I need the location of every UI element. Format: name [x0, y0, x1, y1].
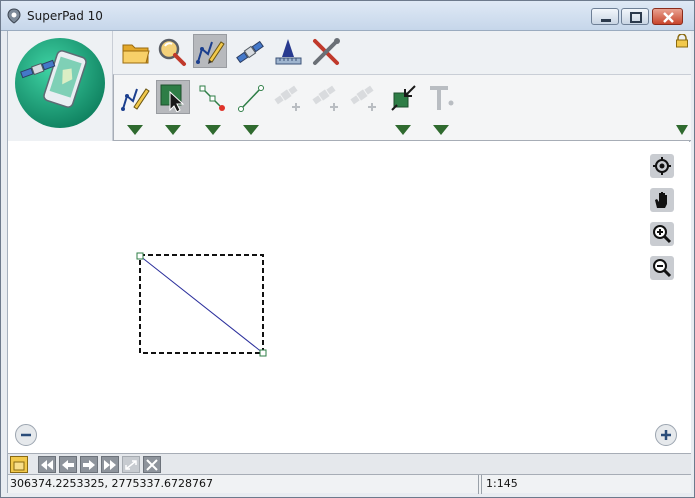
move-feature-dropdown[interactable]: [395, 125, 411, 135]
toolbar-lock[interactable]: [675, 33, 689, 52]
gps-add-vertex-icon: [274, 85, 300, 111]
gps-add-line-icon: [350, 85, 376, 111]
draw-polyline-button[interactable]: [118, 81, 152, 115]
selected-feature-graphic[interactable]: [8, 142, 691, 453]
superpad-logo-icon: [15, 38, 105, 128]
move-feature-icon: [391, 85, 416, 111]
line-segment-button[interactable]: [234, 81, 268, 115]
status-divider: [478, 475, 479, 494]
edit-vertex-button[interactable]: [196, 81, 230, 115]
lock-icon: [676, 33, 688, 48]
text-annotation-dropdown[interactable]: [433, 125, 449, 135]
gps-add-point-button[interactable]: [310, 81, 344, 115]
edit-pencil-icon: [196, 41, 225, 64]
minimize-icon: [601, 19, 611, 22]
first-extent-icon: [41, 459, 53, 470]
maximize-button[interactable]: [621, 8, 649, 25]
scale-readout: 1:145: [486, 477, 518, 490]
prev-extent-icon: [62, 459, 74, 470]
gps-add-vertex-button[interactable]: [272, 81, 306, 115]
title-bar: SuperPad 10: [1, 1, 694, 31]
draw-polyline-dropdown[interactable]: [127, 125, 143, 135]
pan-hand-icon: [655, 192, 667, 208]
gps-add-point-icon: [312, 85, 338, 111]
layer-icon: [13, 461, 25, 470]
draw-polyline-icon: [121, 88, 150, 111]
last-extent-button[interactable]: [101, 456, 119, 473]
close-button[interactable]: [652, 8, 683, 25]
locate-button[interactable]: [650, 154, 674, 178]
tools-settings-icon: [313, 38, 340, 65]
coordinate-readout: 306374.2253325, 2775337.6728767: [10, 477, 213, 490]
folder-icon: [122, 44, 150, 64]
maximize-icon: [630, 12, 642, 23]
scale-minus-button[interactable]: [15, 424, 37, 446]
last-extent-icon: [104, 459, 116, 470]
zoom-in-icon: [653, 225, 672, 244]
text-annotation-button[interactable]: [424, 81, 458, 115]
edit-toolbar: [113, 74, 691, 141]
navigation-bar: [8, 453, 691, 474]
full-extent-button[interactable]: [122, 456, 140, 473]
open-folder-button[interactable]: [119, 35, 153, 69]
move-feature-button[interactable]: [386, 81, 420, 115]
magnify-query-icon: [158, 38, 186, 66]
map-canvas[interactable]: [8, 142, 691, 453]
app-window: SuperPad 10 306374.2253325, 2775337.6728…: [0, 0, 695, 498]
select-feature-button[interactable]: [156, 80, 190, 114]
line-segment-icon: [238, 85, 264, 112]
clear-button[interactable]: [143, 456, 161, 473]
minus-icon: [21, 433, 31, 437]
window-title: SuperPad 10: [27, 9, 103, 23]
clear-icon: [146, 458, 158, 471]
tools-button[interactable]: [309, 35, 343, 69]
layer-button[interactable]: [10, 456, 28, 473]
query-button[interactable]: [155, 35, 189, 69]
zoom-out-icon: [653, 259, 672, 278]
vertex-handle-start[interactable]: [136, 252, 144, 260]
line-segment-dropdown[interactable]: [243, 125, 259, 135]
select-feature-icon: [160, 84, 185, 112]
full-extent-icon: [125, 459, 137, 470]
edit-vertex-dropdown[interactable]: [205, 125, 221, 135]
next-extent-icon: [83, 459, 95, 470]
zoom-in-button[interactable]: [650, 222, 674, 246]
prev-extent-button[interactable]: [59, 456, 77, 473]
text-annotation-icon: [430, 86, 454, 110]
status-divider: [481, 475, 482, 494]
scale-plus-button[interactable]: [655, 424, 677, 446]
pan-button[interactable]: [650, 188, 674, 212]
survey-measure-icon: [275, 39, 302, 65]
toolbar-overflow-dropdown[interactable]: [676, 125, 688, 135]
selected-line-feature[interactable]: [139, 255, 264, 354]
app-pin-icon: [7, 8, 21, 24]
satellite-icon: [236, 40, 264, 64]
first-extent-button[interactable]: [38, 456, 56, 473]
locate-gps-icon: [653, 157, 671, 175]
logo-panel: [8, 31, 113, 141]
plus-icon: [661, 430, 671, 440]
survey-button[interactable]: [271, 35, 305, 69]
edit-vertex-icon: [199, 85, 225, 111]
next-extent-button[interactable]: [80, 456, 98, 473]
gps-button[interactable]: [233, 35, 267, 69]
select-feature-dropdown[interactable]: [165, 125, 181, 135]
client-area: 306374.2253325, 2775337.6728767 1:145: [7, 31, 691, 494]
status-bar: 306374.2253325, 2775337.6728767 1:145: [8, 474, 691, 494]
vertex-handle-end[interactable]: [259, 349, 267, 357]
zoom-out-button[interactable]: [650, 256, 674, 280]
edit-mode-button[interactable]: [193, 34, 227, 68]
main-toolbar: [113, 31, 691, 74]
minimize-button[interactable]: [591, 8, 619, 25]
gps-add-line-button[interactable]: [348, 81, 382, 115]
close-icon: [663, 12, 674, 23]
